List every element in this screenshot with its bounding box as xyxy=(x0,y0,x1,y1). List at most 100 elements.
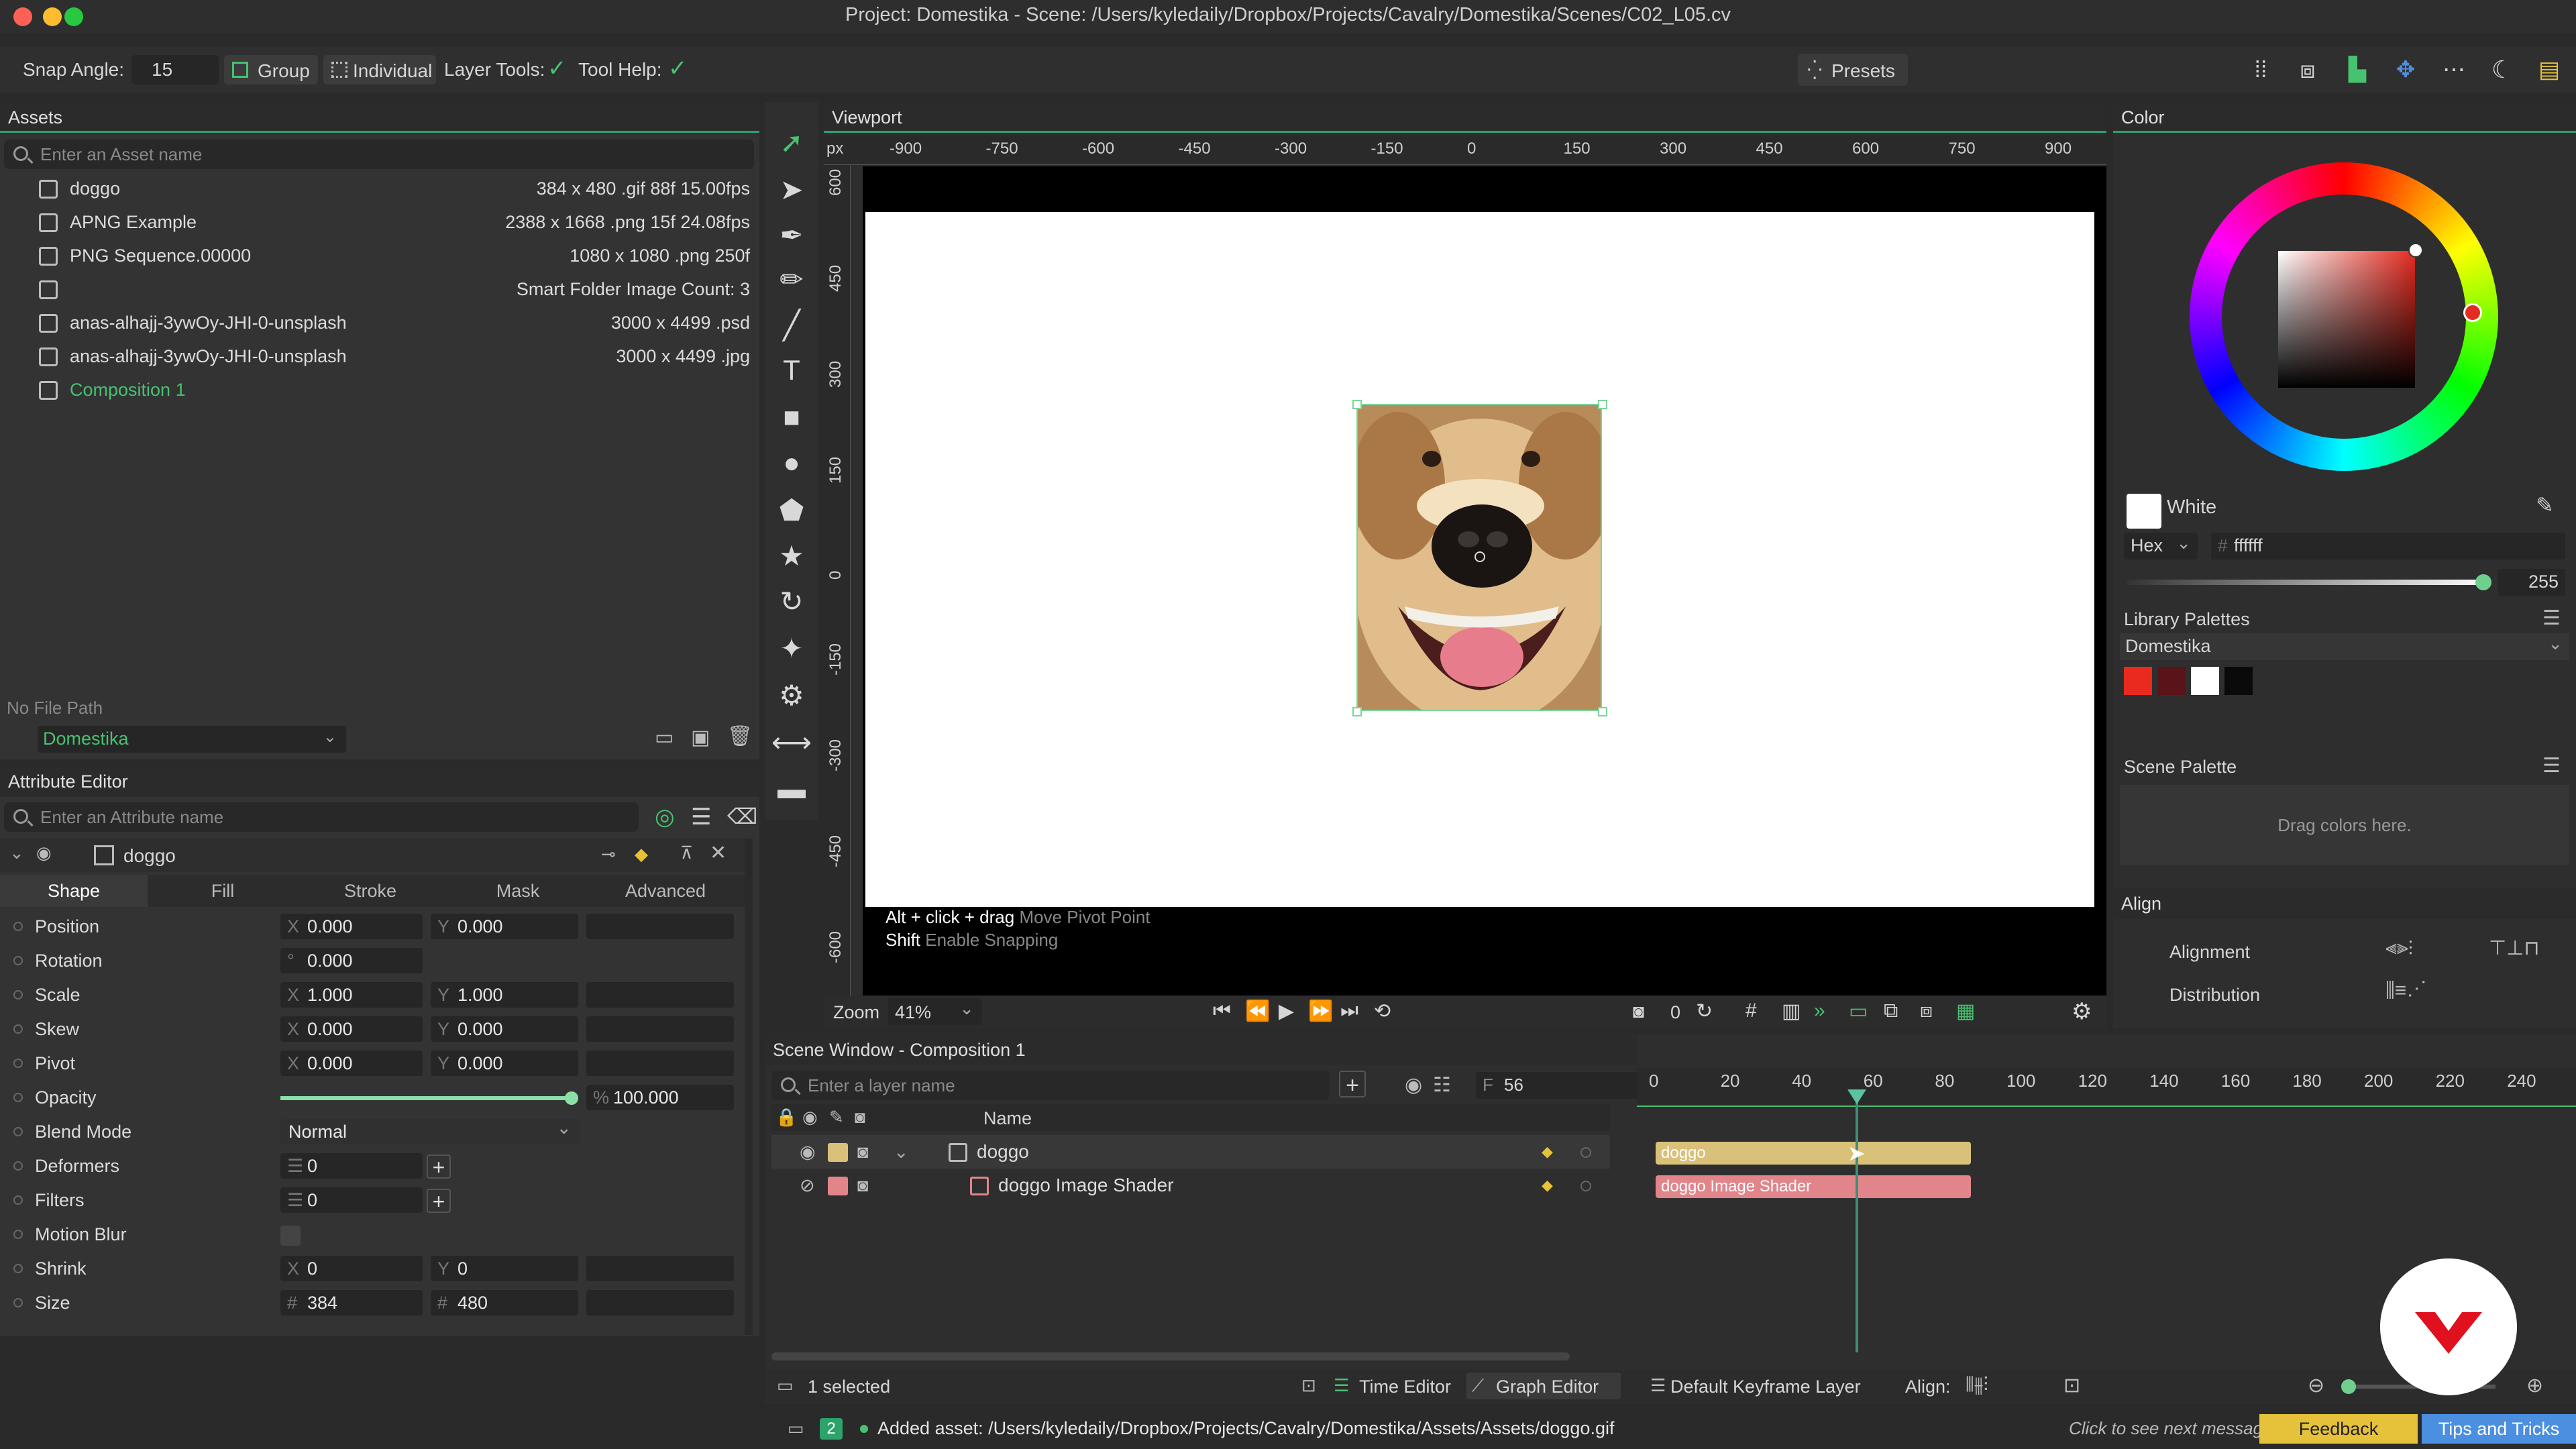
chevron-down-icon[interactable]: ⌄ xyxy=(894,1135,909,1169)
hue-handle[interactable] xyxy=(2463,303,2482,322)
step-back-icon[interactable]: ⏪ xyxy=(1245,1000,1270,1023)
keyframe-dot-icon[interactable] xyxy=(13,922,23,931)
field-b[interactable]: Y 1.000 xyxy=(431,982,578,1008)
opacity-slider[interactable] xyxy=(280,1096,572,1100)
asset-row[interactable]: anas-alhajj-3ywOy-JHI-0-unsplash 3000 x 4… xyxy=(0,306,759,339)
palette-select[interactable]: Domestika ⌄ xyxy=(2120,633,2569,660)
checker-icon[interactable]: ▦ xyxy=(1956,1000,1975,1023)
tool-help-checkbox[interactable]: ✓ xyxy=(668,56,692,80)
playhead[interactable] xyxy=(1856,1091,1859,1352)
timeline-bar-0[interactable]: doggo xyxy=(1656,1142,1971,1165)
attribute-search-input[interactable]: Enter an Attribute name xyxy=(4,802,639,832)
field-a[interactable]: ° 0.000 xyxy=(280,948,423,973)
palette-swatch[interactable] xyxy=(2191,667,2219,695)
capsule-icon[interactable]: ▬ xyxy=(771,769,812,809)
field-a[interactable]: X 1.000 xyxy=(280,982,423,1008)
graph-editor-tab[interactable]: ⟋ Graph Editor xyxy=(1466,1373,1621,1399)
presets-button[interactable]: ⁛ Presets xyxy=(1798,54,1908,86)
add-icon[interactable]: + xyxy=(427,1189,451,1213)
group-toggle[interactable]: Group xyxy=(224,55,318,85)
add-icon[interactable]: + xyxy=(427,1155,451,1179)
rectangle-icon[interactable]: ■ xyxy=(771,397,812,437)
scene-menu-icon[interactable]: ☰ xyxy=(2542,754,2561,777)
field-b[interactable]: Y 0.000 xyxy=(431,914,578,939)
opacity-field[interactable]: % 100.000 xyxy=(586,1085,734,1110)
frame-field[interactable]: F 56 xyxy=(1476,1072,1644,1099)
message-icon[interactable]: ▭ xyxy=(788,1418,804,1439)
select-arrow-icon[interactable]: ➚ xyxy=(771,122,812,162)
individual-toggle[interactable]: Individual xyxy=(323,55,436,85)
attr-scrollbar[interactable] xyxy=(745,839,753,1335)
eye-icon[interactable]: ◉ xyxy=(800,1135,816,1169)
blend-mode-select[interactable]: Normal ⌄ xyxy=(280,1118,580,1144)
field-a[interactable]: ☰ 0 xyxy=(280,1187,423,1213)
keyframe-icon[interactable]: ◆ xyxy=(1542,1169,1553,1202)
width-icon[interactable]: ⟷ xyxy=(771,722,812,762)
keyframe-layer-label[interactable]: Default Keyframe Layer xyxy=(1670,1377,1861,1397)
eyedropper-icon[interactable]: ✎ xyxy=(2536,492,2554,518)
sliders-icon[interactable]: ☷ xyxy=(1433,1073,1451,1097)
keyframe-dot-icon[interactable] xyxy=(13,990,23,1000)
clear-icon[interactable]: ⌫ xyxy=(727,804,757,829)
keyframe-dot-icon[interactable] xyxy=(13,1195,23,1205)
field-a[interactable]: ☰ 0 xyxy=(280,1153,423,1179)
library-menu-icon[interactable]: ☰ xyxy=(2542,606,2561,630)
filter-icon[interactable]: ☰ xyxy=(691,804,711,830)
close-icon[interactable]: ✕ xyxy=(710,841,727,865)
keyframe-icon[interactable]: ◆ xyxy=(1542,1135,1553,1169)
layer-tools-checkbox[interactable]: ✓ xyxy=(547,56,572,80)
solo-dot[interactable] xyxy=(1580,1181,1591,1191)
timeline-align-icons[interactable]: ⫴⫵⫶ xyxy=(1966,1374,1988,1397)
direct-select-icon[interactable]: ➤ xyxy=(771,169,812,209)
tips-button[interactable]: Tips and Tricks xyxy=(2422,1414,2576,1444)
layer-row[interactable]: ◉ ◙ ⌄ doggo ◆ xyxy=(771,1135,1610,1169)
overlay-icon[interactable]: ⧈ xyxy=(1920,1000,1933,1022)
asset-row[interactable]: PNG Sequence.00000 1080 x 1080 .png 250f xyxy=(0,239,759,272)
saturation-square[interactable] xyxy=(2278,251,2415,388)
folder-icon[interactable]: ▭ xyxy=(655,726,674,749)
layer-row[interactable]: ⊘ ◙ doggo Image Shader ◆ xyxy=(771,1169,1610,1202)
handle-tl[interactable] xyxy=(1352,400,1362,409)
field-b[interactable]: #480 xyxy=(431,1290,578,1316)
connect-icon[interactable]: ⊸ xyxy=(601,844,616,865)
alpha-field[interactable]: 255 xyxy=(2498,569,2565,596)
line-icon[interactable]: ╱ xyxy=(771,305,812,345)
shader-check-icon[interactable]: ⊘ xyxy=(800,1169,815,1202)
tab-shape[interactable]: Shape xyxy=(0,875,148,907)
camera-icon[interactable]: ◙ xyxy=(857,1135,868,1169)
distribute-icon[interactable]: ✥ xyxy=(2385,50,2426,90)
loop-icon[interactable]: ⟲ xyxy=(1374,1000,1391,1023)
keyframe-dot-icon[interactable] xyxy=(13,1161,23,1171)
dots-icon[interactable]: ⋯ xyxy=(2434,50,2474,90)
ellipse-icon[interactable]: ● xyxy=(771,443,812,483)
refresh-icon[interactable]: ↻ xyxy=(1696,1000,1713,1023)
keyframe-dot-icon[interactable] xyxy=(13,1127,23,1136)
timeline-zoom-handle[interactable] xyxy=(2341,1379,2356,1394)
keyframe-dot-icon[interactable] xyxy=(13,1024,23,1034)
opacity-handle[interactable] xyxy=(565,1091,578,1105)
sparkle-icon[interactable]: ✦ xyxy=(771,628,812,668)
field-b[interactable]: Y 0.000 xyxy=(431,1051,578,1076)
field-a[interactable]: #384 xyxy=(280,1290,423,1316)
step-forward-icon[interactable]: ⏩ xyxy=(1308,1000,1333,1023)
asset-row[interactable]: Smart Folder Image Count: 3 xyxy=(0,272,759,306)
alpha-handle[interactable] xyxy=(2475,574,2491,590)
color-mode-select[interactable]: Hex ⌄ xyxy=(2124,533,2198,559)
mask-icon[interactable]: ◉ xyxy=(1405,1073,1422,1097)
distribute-icons[interactable]: ⫼≡⋰ xyxy=(2385,979,2426,1002)
ruler-icon[interactable]: ▤ xyxy=(2529,50,2569,90)
play-icon[interactable]: ▶ xyxy=(1279,1000,1294,1023)
zoom-in-icon[interactable]: ⊕ xyxy=(2526,1374,2543,1397)
align-left-icon[interactable]: ⫷⫸⫶ xyxy=(2385,936,2413,959)
go-end-icon[interactable]: ⏭ xyxy=(1340,1000,1358,1022)
asset-row[interactable]: Composition 1 xyxy=(0,373,759,407)
arc-icon[interactable]: ☾ xyxy=(2482,50,2522,90)
palette-swatch[interactable] xyxy=(2157,667,2186,695)
field-b[interactable]: Y 0.000 xyxy=(431,1016,578,1042)
handle-tr[interactable] xyxy=(1598,400,1607,409)
playhead-handle[interactable] xyxy=(1847,1089,1867,1104)
zoom-select[interactable]: 41% ⌄ xyxy=(888,998,982,1025)
pencil-icon[interactable]: ✏ xyxy=(771,259,812,299)
trash-icon[interactable]: 🗑 xyxy=(727,724,753,748)
hex-input[interactable]: # ffffff xyxy=(2211,533,2565,559)
